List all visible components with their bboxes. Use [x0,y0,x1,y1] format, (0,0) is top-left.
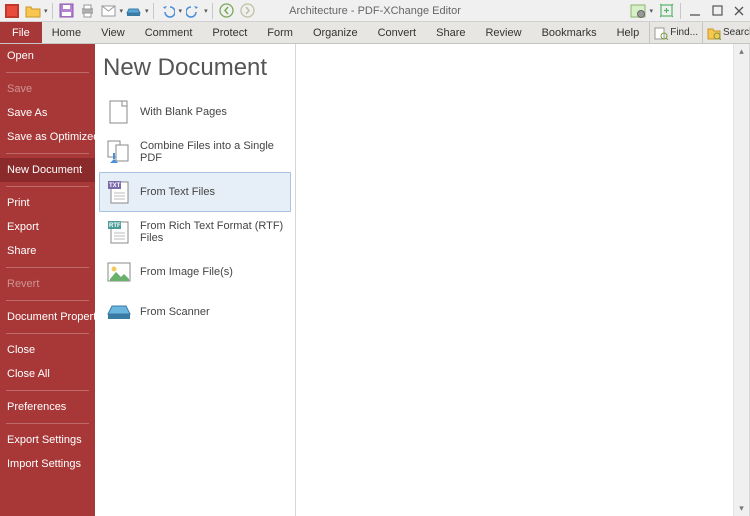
combine-files-icon [106,139,132,165]
launch-external-icon[interactable] [655,1,677,21]
option-from-scanner[interactable]: From Scanner [99,292,291,332]
sidebar-item-open[interactable]: Open [0,44,95,68]
find-icon [654,26,668,40]
sidebar-item-export-settings[interactable]: Export Settings [0,428,95,452]
option-from-rtf[interactable]: RTF From Rich Text Format (RTF) Files [99,212,291,252]
sidebar-item-export[interactable]: Export [0,215,95,239]
page-title: New Document [95,44,295,90]
image-file-icon [106,259,132,285]
option-from-image[interactable]: From Image File(s) [99,252,291,292]
option-combine-files[interactable]: Combine Files into a Single PDF [99,132,291,172]
sidebar-item-close-all[interactable]: Close All [0,362,95,386]
menu-view[interactable]: View [91,22,135,43]
text-file-icon: TXT [106,179,132,205]
rtf-file-icon: RTF [106,219,132,245]
search-folder-icon [707,26,721,40]
scrollbar[interactable]: ▴ ▾ [733,44,749,516]
svg-text:TXT: TXT [109,183,121,189]
search-label: Search... [723,27,750,38]
option-from-text[interactable]: TXT From Text Files [99,172,291,212]
menu-share[interactable]: Share [426,22,475,43]
sidebar-item-print[interactable]: Print [0,191,95,215]
scroll-down-icon[interactable]: ▾ [739,503,744,514]
option-label: From Text Files [140,186,215,198]
minimize-button[interactable] [684,1,706,21]
dropdown-caret-icon[interactable]: ▾ [204,7,208,15]
redo-icon[interactable] [183,1,203,21]
svg-text:RTF: RTF [109,223,121,229]
option-label: Combine Files into a Single PDF [140,140,284,164]
option-label: From Image File(s) [140,266,233,278]
quick-access-toolbar: ▾ ▾ ▾ ▾ ▾ [0,0,258,21]
menu-bar: File Home View Comment Protect Form Orga… [0,22,750,44]
menu-bookmarks[interactable]: Bookmarks [532,22,607,43]
sidebar-item-new-document[interactable]: New Document [0,158,95,182]
option-label: From Rich Text Format (RTF) Files [140,220,284,244]
scanner-icon [106,299,132,325]
undo-icon[interactable] [158,1,178,21]
print-icon[interactable] [78,1,98,21]
sidebar-item-revert[interactable]: Revert [0,272,95,296]
sidebar-item-close[interactable]: Close [0,338,95,362]
email-icon[interactable] [99,1,119,21]
scroll-up-icon[interactable]: ▴ [739,46,744,57]
menu-review[interactable]: Review [475,22,531,43]
search-button[interactable]: Search... [702,22,750,43]
dropdown-caret-icon[interactable]: ▾ [44,7,48,15]
menu-home[interactable]: Home [42,22,91,43]
save-icon[interactable] [57,1,77,21]
title-bar: ▾ ▾ ▾ ▾ ▾ Architecture - PDF-XChange Edi… [0,0,750,22]
sidebar-item-save-optimized[interactable]: Save as Optimized [0,125,95,149]
scan-icon[interactable] [124,1,144,21]
option-label: From Scanner [140,306,210,318]
menu-organize[interactable]: Organize [303,22,368,43]
find-label: Find... [670,27,698,38]
menu-convert[interactable]: Convert [368,22,427,43]
sidebar-item-share[interactable]: Share [0,239,95,263]
dropdown-caret-icon[interactable]: ▾ [120,7,124,15]
sidebar-item-save-as[interactable]: Save As [0,101,95,125]
nav-back-icon[interactable] [217,1,237,21]
preview-pane [296,44,749,516]
sidebar-item-import-settings[interactable]: Import Settings [0,452,95,476]
nav-forward-icon[interactable] [238,1,258,21]
window-title: Architecture - PDF-XChange Editor [289,5,461,17]
close-button[interactable] [728,1,750,21]
dropdown-caret-icon[interactable]: ▾ [145,7,149,15]
dropdown-caret-icon[interactable]: ▾ [179,7,183,15]
blank-page-icon [106,99,132,125]
sidebar-item-doc-properties[interactable]: Document Properties [0,305,95,329]
file-menu[interactable]: File [0,22,42,43]
menu-help[interactable]: Help [607,22,650,43]
option-label: With Blank Pages [140,106,227,118]
menu-protect[interactable]: Protect [202,22,257,43]
app-icon[interactable] [2,1,22,21]
open-folder-icon[interactable] [23,1,43,21]
menu-form[interactable]: Form [257,22,303,43]
find-button[interactable]: Find... [649,22,702,43]
ui-options-icon[interactable] [627,1,649,21]
menu-comment[interactable]: Comment [135,22,203,43]
sidebar-item-save[interactable]: Save [0,77,95,101]
backstage-sidebar: Open Save Save As Save as Optimized New … [0,44,95,516]
option-blank-pages[interactable]: With Blank Pages [99,92,291,132]
sidebar-item-preferences[interactable]: Preferences [0,395,95,419]
maximize-button[interactable] [706,1,728,21]
main-panel: New Document With Blank Pages Combine Fi… [95,44,296,516]
